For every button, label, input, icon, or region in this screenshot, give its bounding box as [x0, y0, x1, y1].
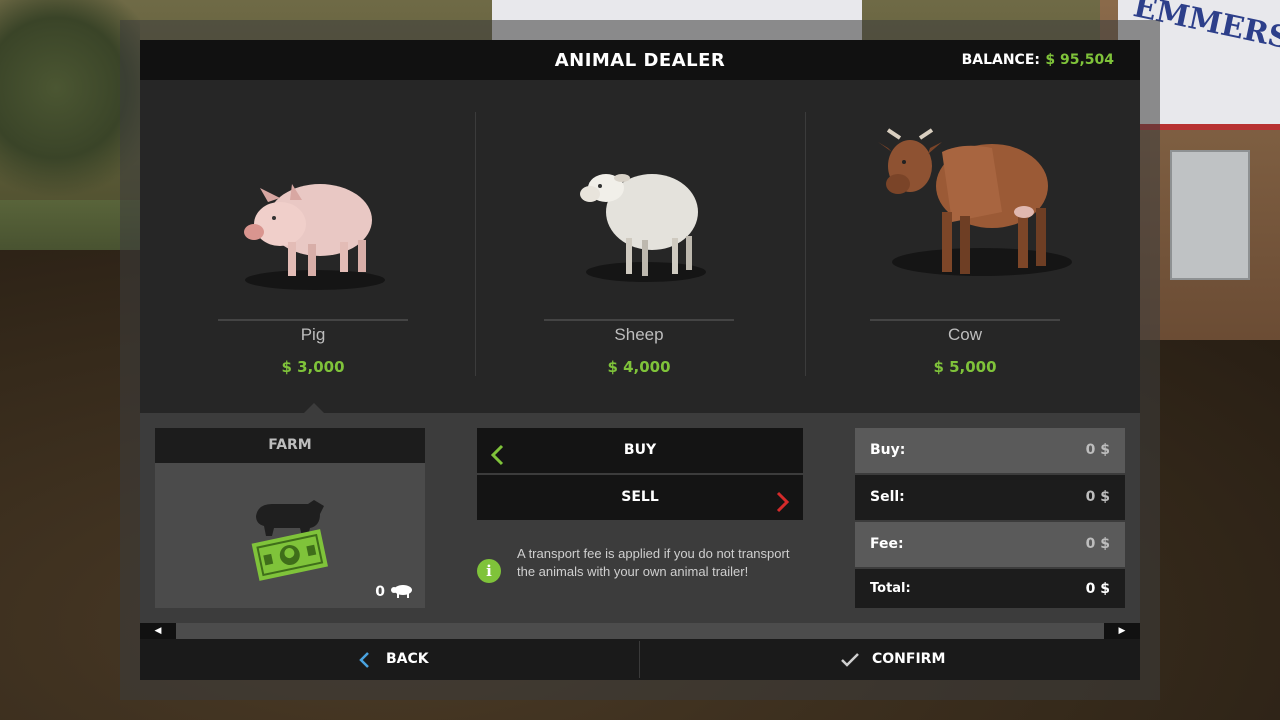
- scroll-right-icon[interactable]: ▶: [1104, 623, 1140, 639]
- summary-buy-value: 0 $: [1085, 442, 1110, 458]
- back-button[interactable]: BACK: [140, 639, 639, 680]
- info-text: A transport fee is applied if you do not…: [517, 546, 790, 579]
- summary-buy: Buy: 0 $: [855, 428, 1125, 473]
- balance-label: BALANCE:: [961, 52, 1040, 68]
- animal-name: Cow: [947, 325, 982, 344]
- chevron-right-icon: [775, 487, 791, 532]
- selection-pointer: [304, 403, 324, 413]
- animal-card-cow[interactable]: Cow $ 5,000: [792, 112, 1122, 377]
- animal-price: $ 5,000: [933, 358, 997, 376]
- summary-total-label: Total:: [870, 581, 911, 596]
- summary-fee-value: 0 $: [1085, 536, 1110, 552]
- farm-animal-count: 0: [375, 584, 385, 600]
- buy-label: BUY: [623, 442, 657, 458]
- summary-total-value: 0 $: [1085, 581, 1110, 597]
- dialog-footer: BACK CONFIRM: [140, 639, 1140, 680]
- summary-sell: Sell: 0 $: [855, 475, 1125, 520]
- dialog-header: ANIMAL DEALER BALANCE: $ 95,504: [140, 40, 1140, 80]
- pig-icon: [140, 112, 470, 312]
- confirm-button[interactable]: CONFIRM: [640, 639, 1139, 680]
- chevron-left-icon: [358, 651, 370, 673]
- balance-value: $ 95,504: [1045, 52, 1114, 68]
- cow-icon: [792, 112, 1122, 312]
- animal-price: $ 3,000: [281, 358, 345, 376]
- cow-money-icon: [250, 496, 330, 585]
- summary-sell-label: Sell:: [870, 489, 905, 505]
- farm-title: FARM: [155, 428, 425, 463]
- animal-card-pig[interactable]: Pig $ 3,000: [140, 112, 470, 377]
- back-label: BACK: [386, 651, 429, 667]
- animal-selector: Pig $ 3,000 Sheep $ 4,000 Cow $ 5,000: [140, 80, 1140, 413]
- checkmark-icon: [840, 652, 860, 672]
- animal-name: Pig: [300, 325, 326, 344]
- horizontal-scrollbar[interactable]: ◀ ▶: [140, 623, 1140, 639]
- summary-total: Total: 0 $: [855, 569, 1125, 608]
- summary-fee-label: Fee:: [870, 536, 904, 552]
- sell-label: SELL: [621, 489, 659, 505]
- farm-panel: FARM 0: [155, 428, 425, 608]
- summary-sell-value: 0 $: [1085, 489, 1110, 505]
- sell-button[interactable]: SELL: [477, 475, 803, 520]
- sheep-icon: [466, 112, 796, 312]
- buy-button[interactable]: BUY: [477, 428, 803, 473]
- animal-name: Sheep: [614, 325, 664, 344]
- summary-buy-label: Buy:: [870, 442, 906, 458]
- pig-icon: [391, 582, 415, 602]
- confirm-label: CONFIRM: [872, 651, 946, 667]
- animal-card-sheep[interactable]: Sheep $ 4,000: [466, 112, 796, 377]
- scrollbar-thumb[interactable]: [176, 623, 1104, 639]
- animal-price: $ 4,000: [607, 358, 671, 376]
- scroll-left-icon[interactable]: ◀: [140, 623, 176, 639]
- summary-fee: Fee: 0 $: [855, 522, 1125, 567]
- info-icon: i: [477, 559, 501, 583]
